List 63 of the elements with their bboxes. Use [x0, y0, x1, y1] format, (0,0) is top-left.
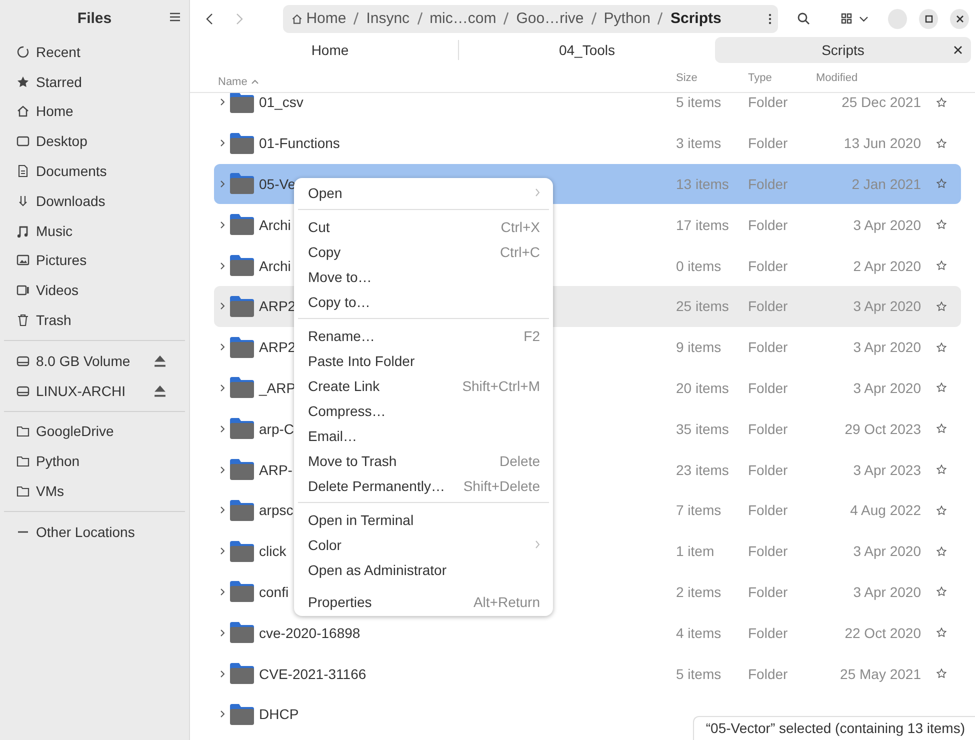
- sidebar-title: Files: [77, 10, 112, 27]
- type-cell-text: Folder: [748, 584, 789, 600]
- type-cell-text: Folder: [748, 258, 789, 274]
- file-name: arpsc: [259, 502, 294, 518]
- size-cell-text: 17 items: [676, 216, 730, 233]
- size-cell-text: 2 items: [676, 584, 722, 600]
- size-cell-text: 3 items: [676, 135, 722, 152]
- file-name: Archi: [259, 258, 291, 274]
- type-cell-text: Folder: [748, 624, 789, 641]
- file-name: cve-2020-16898: [259, 624, 360, 641]
- file-name: Archi: [259, 216, 291, 233]
- size-cell-text: 20 items: [676, 380, 730, 396]
- file-name: confi: [259, 584, 289, 600]
- status-toast: “05-Vector” selected (containing 13 items): [692, 716, 975, 740]
- file-name: ARP-: [259, 462, 292, 478]
- file-name: click: [259, 543, 286, 560]
- modified-cell-text: 22 Oct 2020: [844, 624, 921, 641]
- size-cell-text: 1 item: [676, 543, 716, 560]
- modified-cell-text: 3 Apr 2020: [852, 380, 921, 396]
- file-name: _ARP: [259, 380, 296, 396]
- modified-cell-text: 29 Oct 2023: [844, 420, 921, 437]
- modified-cell-text: 25 Dec 2021: [840, 94, 921, 110]
- modified-cell-text: 3 Apr 2020: [852, 584, 921, 600]
- file-name: ARP2: [259, 298, 296, 314]
- file-name: 01_csv: [259, 94, 304, 110]
- size-cell-text: 13 items: [676, 176, 730, 192]
- type-cell-text: Folder: [748, 543, 789, 560]
- type-cell-text: Folder: [748, 380, 789, 396]
- type-cell-text: Folder: [748, 298, 789, 314]
- modified-cell-text: 3 Apr 2023: [852, 462, 921, 478]
- file-name: arp-C: [259, 420, 294, 437]
- type-cell-text: Folder: [748, 666, 789, 682]
- size-cell-text: 4 items: [676, 624, 722, 641]
- size-cell-text: 9 items: [676, 339, 722, 356]
- modified-cell-text: 2 Apr 2020: [852, 258, 921, 274]
- size-cell-text: 7 items: [676, 502, 722, 518]
- file-name: CVE-2021-31166: [259, 666, 366, 682]
- type-cell-text: Folder: [748, 176, 789, 192]
- modified-cell-text: 3 Apr 2020: [852, 216, 921, 233]
- file-name: ARP2: [259, 339, 296, 356]
- type-cell-text: Folder: [748, 135, 789, 152]
- file-name: 01-Functions: [259, 135, 340, 152]
- modified-cell-text: 3 Apr 2020: [852, 543, 921, 560]
- file-name: DHCP: [259, 706, 299, 722]
- size-cell-text: 23 items: [676, 462, 730, 478]
- modified-cell-text: 25 May 2021: [839, 666, 921, 682]
- modified-cell-text: 3 Apr 2020: [852, 298, 921, 314]
- size-cell-text: 35 items: [676, 420, 730, 437]
- modified-cell-text: 13 Jun 2020: [842, 135, 921, 152]
- modified-cell-text: 3 Apr 2020: [852, 339, 921, 356]
- size-cell-text: 5 items: [676, 94, 722, 110]
- type-cell-text: Folder: [748, 339, 789, 356]
- size-cell-text: 0 items: [676, 258, 722, 274]
- type-cell-text: Folder: [748, 216, 789, 233]
- type-cell-text: Folder: [748, 502, 789, 518]
- type-cell-text: Folder: [748, 420, 789, 437]
- size-cell-text: 25 items: [676, 298, 730, 314]
- file-name: 05-Ve: [259, 176, 296, 192]
- modified-cell-text: 2 Jan 2021: [850, 176, 921, 192]
- type-cell-text: Folder: [748, 94, 789, 110]
- type-cell-text: Folder: [748, 462, 789, 478]
- size-cell-text: 5 items: [676, 666, 722, 682]
- modified-cell-text: 4 Aug 2022: [849, 502, 921, 518]
